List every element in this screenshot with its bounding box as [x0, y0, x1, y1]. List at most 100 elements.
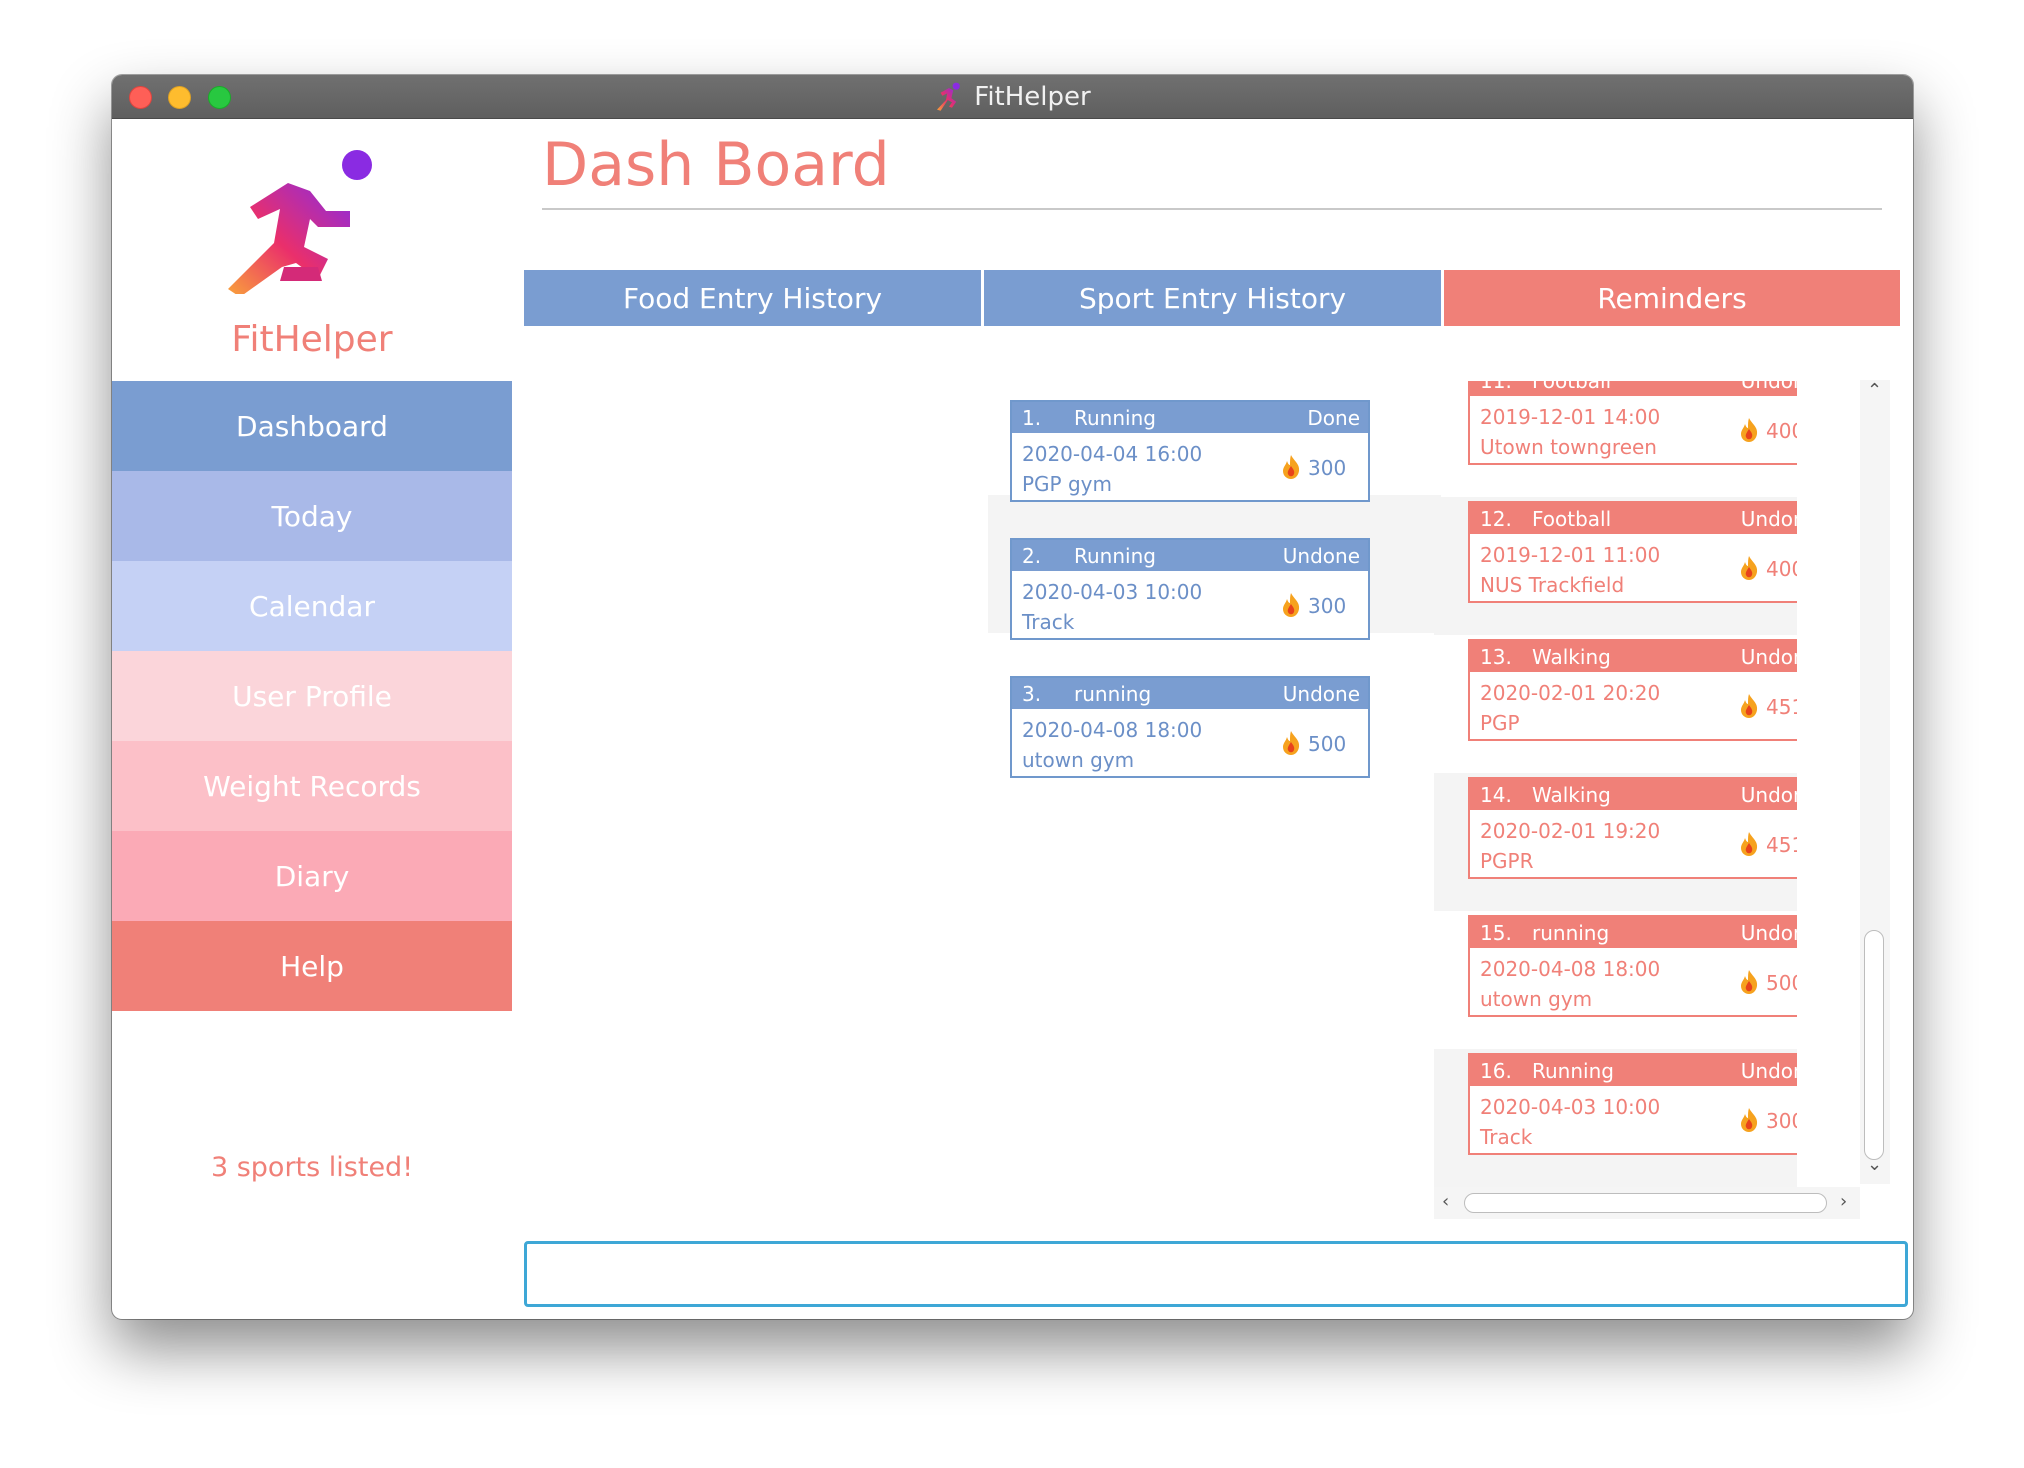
flame-icon — [1741, 694, 1758, 718]
sport-name: Running — [1074, 544, 1156, 568]
flame-icon — [1283, 455, 1300, 479]
nav-help[interactable]: Help — [112, 921, 512, 1011]
reminder-location: Track — [1480, 1125, 1533, 1149]
reminder-time: 2019-12-01 11:00 — [1480, 543, 1661, 567]
window-title: FitHelper — [974, 82, 1091, 112]
food-entry-list[interactable] — [524, 355, 981, 1175]
sport-calories: 500 — [1308, 732, 1347, 756]
nav-weight-records-label: Weight Records — [203, 769, 421, 803]
reminder-card-header: 12. Football Undone — [1470, 503, 1797, 534]
title-divider — [542, 208, 1882, 210]
sport-card-header: 3. running Undone — [1012, 678, 1368, 709]
nav-calendar[interactable]: Calendar — [112, 561, 512, 651]
sport-status: Done — [1307, 406, 1360, 430]
reminder-card[interactable]: 14. Walking Undone 2020-02-01 19:20 PGPR… — [1468, 777, 1797, 879]
reminder-card-header: 14. Walking Undone — [1470, 779, 1797, 810]
scroll-up-icon[interactable]: ⌃ — [1867, 380, 1882, 401]
reminder-name: Football — [1532, 507, 1612, 531]
reminder-location: PGPR — [1480, 849, 1534, 873]
reminder-status: Undone — [1740, 507, 1797, 531]
flame-icon — [1741, 556, 1758, 580]
reminder-card-header: 16. Running Undone — [1470, 1055, 1797, 1086]
reminder-calories: 400 — [1766, 419, 1797, 443]
sport-calories: 300 — [1308, 456, 1347, 480]
reminder-card[interactable]: 13. Walking Undone 2020-02-01 20:20 PGP … — [1468, 639, 1797, 741]
sport-status: Undone — [1282, 544, 1360, 568]
reminder-vertical-scrollbar[interactable]: ⌃ ⌄ — [1860, 380, 1890, 1184]
reminder-status: Undone — [1740, 645, 1797, 669]
sport-name: running — [1074, 682, 1152, 706]
nav-weight-records[interactable]: Weight Records — [112, 741, 512, 831]
reminder-list[interactable]: 11. Football Undone 2019-12-01 14:00 Uto… — [1434, 381, 1797, 1221]
reminder-status: Undone — [1740, 921, 1797, 945]
horizontal-scroll-thumb[interactable] — [1464, 1193, 1827, 1213]
tab-sport-label: Sport Entry History — [1078, 281, 1347, 315]
nav-dashboard[interactable]: Dashboard — [112, 381, 512, 471]
reminder-location: NUS Trackfield — [1480, 573, 1625, 597]
sport-location: Track — [1022, 610, 1075, 634]
reminder-location: PGP — [1480, 711, 1520, 735]
reminder-index: 12. — [1480, 507, 1512, 531]
scroll-right-icon[interactable]: › — [1840, 1191, 1847, 1212]
flame-icon — [1741, 832, 1758, 856]
sport-index: 1. — [1022, 406, 1042, 430]
reminder-card-header: 11. Football Undone — [1470, 381, 1797, 396]
tab-sport-entry-history[interactable]: Sport Entry History — [984, 270, 1441, 326]
reminder-calories: 451 — [1766, 833, 1797, 857]
reminder-index: 15. — [1480, 921, 1512, 945]
reminder-card[interactable]: 11. Football Undone 2019-12-01 14:00 Uto… — [1468, 381, 1797, 465]
reminder-name: running — [1532, 921, 1610, 945]
nav-diary-label: Diary — [274, 859, 350, 893]
tab-food-entry-history[interactable]: Food Entry History — [524, 270, 981, 326]
app-name-label: FitHelper — [231, 319, 393, 360]
reminder-card[interactable]: 15. running Undone 2020-04-08 18:00 utow… — [1468, 915, 1797, 1017]
tab-food-label: Food Entry History — [622, 281, 883, 315]
reminder-calories: 300 — [1766, 1109, 1797, 1133]
tab-reminders-label: Reminders — [1597, 281, 1747, 315]
runner-icon — [937, 82, 961, 111]
nav-help-label: Help — [280, 949, 344, 983]
vertical-scroll-thumb[interactable] — [1864, 930, 1884, 1160]
reminder-time: 2020-02-01 20:20 — [1480, 681, 1661, 705]
reminder-index: 13. — [1480, 645, 1512, 669]
reminder-time: 2020-04-03 10:00 — [1480, 1095, 1661, 1119]
flame-icon — [1741, 1108, 1758, 1132]
sport-index: 3. — [1022, 682, 1042, 706]
reminder-status: Undone — [1740, 783, 1797, 807]
reminder-horizontal-scrollbar[interactable]: ‹ › — [1434, 1187, 1860, 1219]
nav-user-profile-label: User Profile — [232, 679, 392, 713]
sport-card[interactable]: 2. Running Undone 2020-04-03 10:00 Track… — [1010, 538, 1370, 640]
sport-card-header: 2. Running Undone — [1012, 540, 1368, 571]
sport-card[interactable]: 3. running Undone 2020-04-08 18:00 utown… — [1010, 676, 1370, 778]
scroll-left-icon[interactable]: ‹ — [1442, 1191, 1449, 1212]
tab-reminders[interactable]: Reminders — [1444, 270, 1900, 326]
reminder-calories: 400 — [1766, 557, 1797, 581]
reminder-name: Running — [1532, 1059, 1614, 1083]
reminder-status: Undone — [1740, 381, 1797, 393]
flame-icon — [1741, 418, 1758, 442]
scroll-down-icon[interactable]: ⌄ — [1867, 1154, 1882, 1175]
reminder-time: 2019-12-01 14:00 — [1480, 405, 1661, 429]
nav-diary[interactable]: Diary — [112, 831, 512, 921]
sport-time: 2020-04-03 10:00 — [1022, 580, 1203, 604]
nav-user-profile[interactable]: User Profile — [112, 651, 512, 741]
nav-today[interactable]: Today — [112, 471, 512, 561]
reminder-time: 2020-04-08 18:00 — [1480, 957, 1661, 981]
reminder-card[interactable]: 12. Football Undone 2019-12-01 11:00 NUS… — [1468, 501, 1797, 603]
nav-calendar-label: Calendar — [249, 589, 375, 623]
reminder-index: 14. — [1480, 783, 1512, 807]
command-input[interactable] — [524, 1241, 1908, 1307]
reminder-location: Utown towngreen — [1480, 435, 1657, 459]
reminder-card-header: 15. running Undone — [1470, 917, 1797, 948]
runner-logo-icon — [228, 150, 372, 294]
sport-status: Undone — [1282, 682, 1360, 706]
flame-icon — [1741, 970, 1758, 994]
sport-index: 2. — [1022, 544, 1042, 568]
reminder-card[interactable]: 16. Running Undone 2020-04-03 10:00 Trac… — [1468, 1053, 1797, 1155]
sport-location: PGP gym — [1022, 472, 1112, 496]
flame-icon — [1283, 731, 1300, 755]
sport-name: Running — [1074, 406, 1156, 430]
app-window: FitHelper FitHelper Dashboard Today Cale… — [112, 75, 1913, 1319]
sport-card[interactable]: 1. Running Done 2020-04-04 16:00 PGP gym… — [1010, 400, 1370, 502]
reminder-location: utown gym — [1480, 987, 1593, 1011]
